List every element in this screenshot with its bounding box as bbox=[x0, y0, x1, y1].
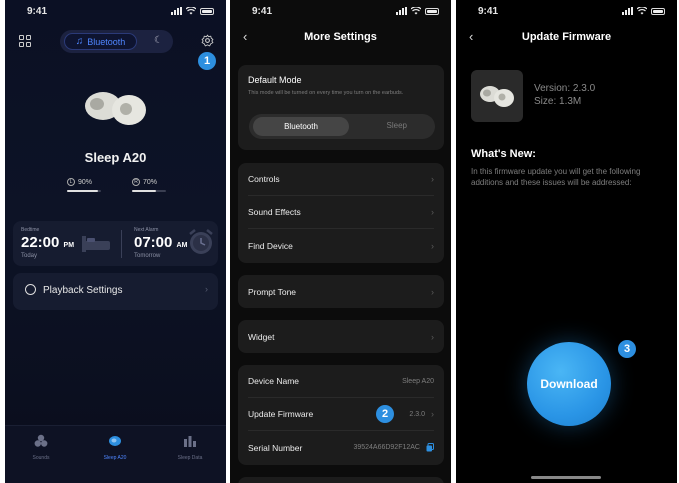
signal-icon bbox=[622, 7, 633, 15]
tab-sleep-data[interactable]: Sleep Data bbox=[160, 434, 220, 461]
right-earbud-icon: R bbox=[132, 178, 140, 186]
bedtime-day: Today bbox=[21, 253, 38, 259]
firmware-version: Version: 2.3.0 bbox=[534, 83, 596, 94]
chevron-right-icon: › bbox=[431, 174, 434, 184]
timer-icon bbox=[25, 284, 36, 295]
firmware-device-image bbox=[471, 70, 523, 122]
page-title: More Settings bbox=[304, 31, 377, 43]
chevron-right-icon: › bbox=[431, 286, 434, 297]
sound-effects-row[interactable]: Sound Effects › bbox=[248, 196, 434, 229]
next-card-partial bbox=[238, 477, 444, 483]
status-bar: 9:41 bbox=[5, 0, 226, 26]
battery-icon bbox=[651, 7, 665, 15]
widget-row[interactable]: Widget › bbox=[248, 320, 434, 353]
callout-marker-3: 3 bbox=[618, 340, 636, 358]
settings-group-1: Controls › Sound Effects › Find Device › bbox=[238, 163, 444, 263]
signal-icon bbox=[396, 7, 407, 15]
bluetooth-mode-tab[interactable]: ♫ Bluetooth bbox=[64, 33, 137, 50]
left-earbud-icon: L bbox=[67, 178, 75, 186]
device-info-card: Device Name Sleep A20 Update Firmware 2.3.… bbox=[238, 365, 444, 465]
segment-sleep[interactable]: Sleep bbox=[387, 121, 407, 130]
download-button[interactable]: Download bbox=[527, 342, 611, 426]
segment-bluetooth[interactable]: Bluetooth bbox=[253, 117, 349, 136]
update-firmware-row[interactable]: Update Firmware 2.3.0 › bbox=[248, 398, 434, 431]
prompt-tone-card: Prompt Tone › bbox=[238, 275, 444, 308]
bedtime-time: 22:00 PM bbox=[21, 234, 75, 251]
alarm-clock-icon bbox=[189, 229, 213, 254]
sleep-schedule-card[interactable]: Bedtime 22:00 PM Today Next Alarm 07:00 … bbox=[13, 221, 218, 266]
default-mode-card: Default Mode This mode will be turned on… bbox=[238, 65, 444, 150]
battery-icon bbox=[200, 7, 214, 15]
bluetooth-mode-label: Bluetooth bbox=[87, 36, 126, 47]
grid-menu-icon[interactable] bbox=[19, 35, 31, 47]
bar-chart-icon bbox=[184, 436, 196, 447]
earbuds-image bbox=[480, 86, 514, 107]
chevron-right-icon: › bbox=[205, 284, 208, 294]
earbuds-image bbox=[85, 92, 146, 125]
status-time: 9:41 bbox=[478, 6, 499, 17]
wifi-icon bbox=[186, 7, 196, 15]
widget-card: Widget › bbox=[238, 320, 444, 353]
right-earbud-battery: R 70% bbox=[132, 178, 172, 192]
gear-icon[interactable] bbox=[201, 34, 214, 47]
find-device-row[interactable]: Find Device › bbox=[248, 229, 434, 262]
music-note-icon: ♫ bbox=[75, 36, 84, 47]
page-title: Update Firmware bbox=[521, 31, 612, 43]
firmware-info: Version: 2.3.0 Size: 1.3M bbox=[534, 82, 595, 108]
tab-sleep-a20[interactable]: Sleep A20 bbox=[85, 434, 145, 461]
alarm-caption: Next Alarm bbox=[134, 227, 159, 233]
prompt-tone-row[interactable]: Prompt Tone › bbox=[248, 275, 434, 308]
update-firmware-screen: 9:41 ‹ Update Firmware Version: 2.3.0 Si… bbox=[456, 0, 677, 483]
chevron-right-icon: › bbox=[431, 331, 434, 342]
whats-new-heading: What's New: bbox=[471, 148, 536, 160]
more-settings-screen: 9:41 ‹ More Settings Default Mode This m… bbox=[230, 0, 451, 483]
device-name-row[interactable]: Device Name Sleep A20 bbox=[248, 365, 434, 398]
home-indicator bbox=[531, 476, 601, 479]
default-mode-segment[interactable]: Bluetooth Sleep bbox=[249, 114, 435, 139]
bedtime-caption: Bedtime bbox=[21, 227, 40, 233]
bottom-tab-bar: Sounds Sleep A20 Sleep Data bbox=[5, 425, 226, 483]
status-bar: 9:41 bbox=[230, 0, 451, 26]
controls-row[interactable]: Controls › bbox=[248, 163, 434, 196]
default-mode-title: Default Mode bbox=[248, 75, 302, 85]
device-name: Sleep A20 bbox=[84, 150, 147, 165]
playback-settings-label: Playback Settings bbox=[43, 285, 123, 296]
status-time: 9:41 bbox=[27, 6, 48, 17]
default-mode-desc: This mode will be turned on every time y… bbox=[248, 90, 404, 96]
alarm-day: Tomorrow bbox=[134, 253, 161, 259]
callout-marker-1: 1 bbox=[198, 52, 216, 70]
copy-icon[interactable] bbox=[426, 443, 434, 452]
status-bar: 9:41 bbox=[456, 0, 677, 26]
tab-sounds[interactable]: Sounds bbox=[11, 434, 71, 461]
bed-icon bbox=[82, 236, 110, 252]
sleep-moon-icon[interactable]: ☾ bbox=[154, 35, 163, 46]
chevron-right-icon: › bbox=[431, 207, 434, 217]
mode-switch[interactable]: ♫ Bluetooth ☾ bbox=[60, 30, 173, 53]
whats-new-body: In this firmware update you will get the… bbox=[471, 167, 641, 187]
sounds-icon bbox=[34, 434, 48, 447]
playback-settings-row[interactable]: Playback Settings › bbox=[13, 273, 218, 310]
firmware-size: Size: 1.3M bbox=[534, 96, 582, 107]
signal-icon bbox=[171, 7, 182, 15]
wifi-icon bbox=[411, 7, 421, 15]
earbud-tab-icon bbox=[109, 436, 121, 446]
chevron-right-icon: › bbox=[431, 240, 434, 251]
wifi-icon bbox=[637, 7, 647, 15]
status-time: 9:41 bbox=[252, 6, 273, 17]
battery-icon bbox=[425, 7, 439, 15]
alarm-time: 07:00 AM bbox=[134, 234, 188, 251]
serial-number-row: Serial Number 39524A66D92F12AC bbox=[248, 431, 434, 464]
home-screen: 9:41 ♫ Bluetooth ☾ 1 Sleep A20 L 90% R 70%… bbox=[5, 0, 226, 483]
callout-marker-2: 2 bbox=[376, 405, 394, 423]
chevron-right-icon: › bbox=[431, 409, 434, 419]
left-earbud-battery: L 90% bbox=[67, 178, 107, 192]
